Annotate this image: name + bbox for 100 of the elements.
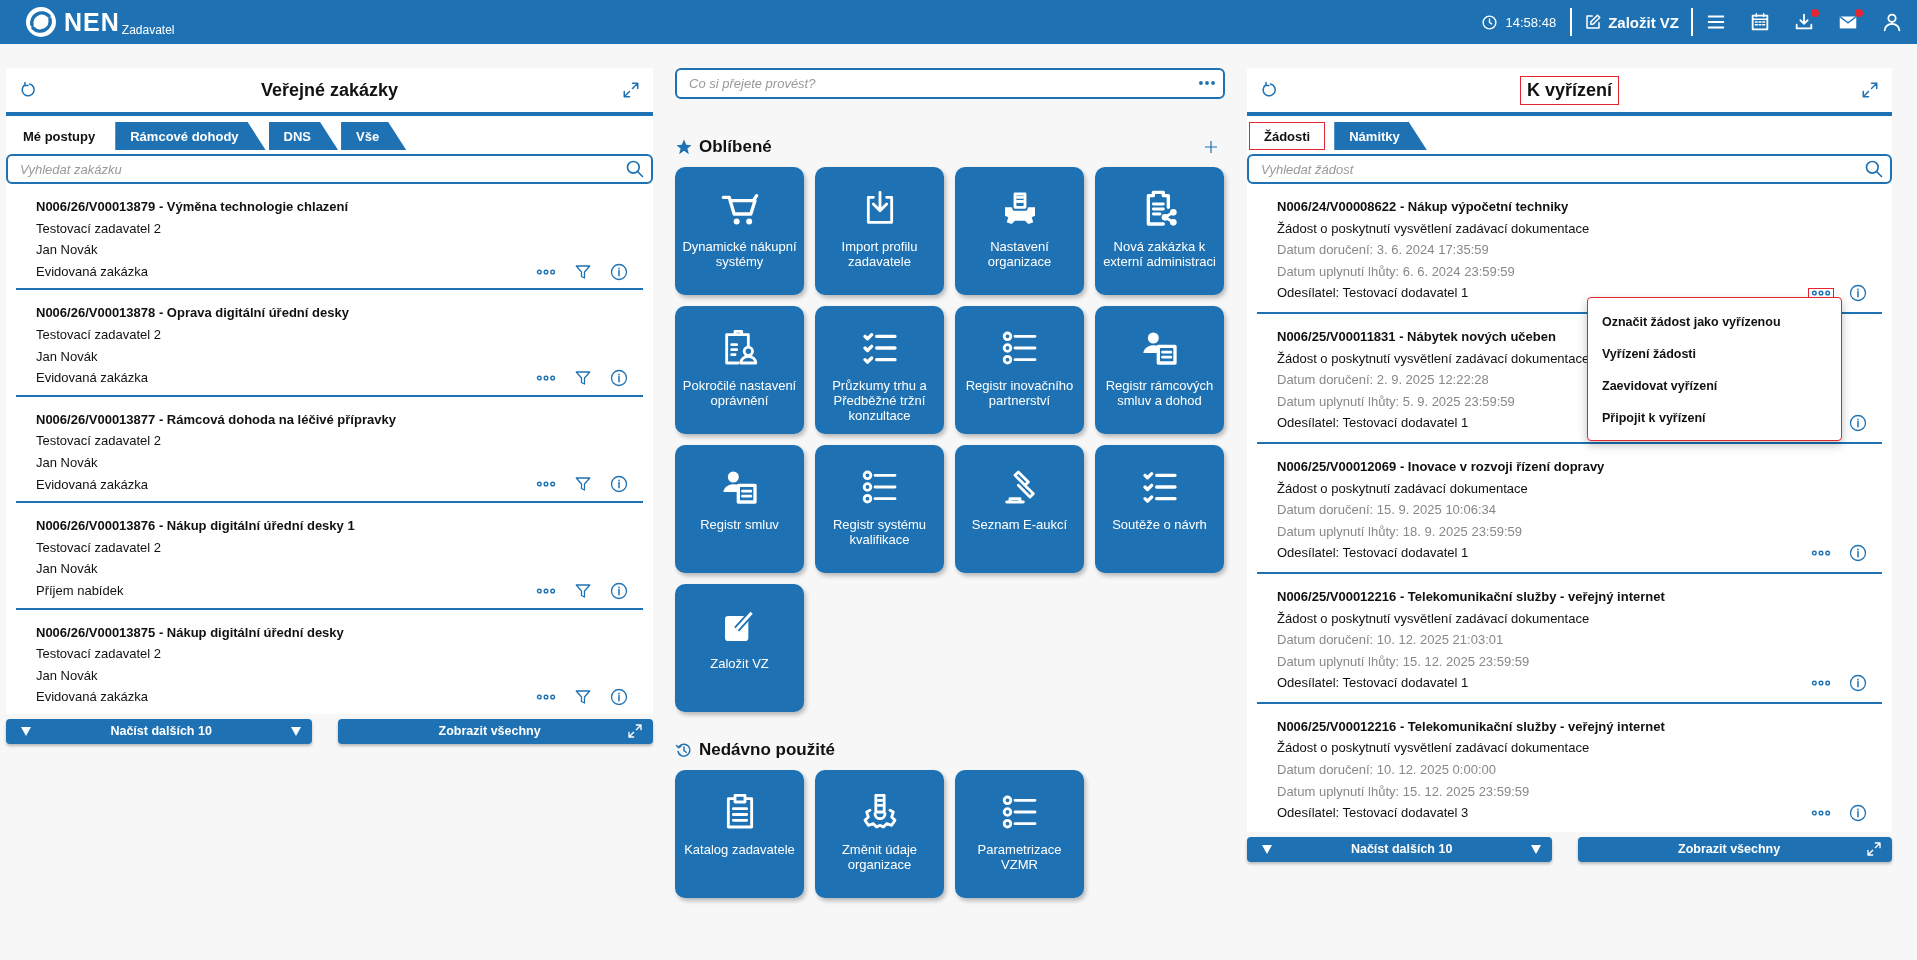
item-text: Žádost o poskytnutí vysvětlení zadávací dokumentace bbox=[1277, 219, 1590, 238]
more-icon bbox=[1811, 290, 1831, 297]
shortcut-tile[interactable]: Registr inovačního partnerství bbox=[955, 306, 1084, 434]
info-icon bbox=[1849, 674, 1867, 693]
filter-icon bbox=[574, 688, 592, 707]
item-text: Odesílatel: Testovací dodavatel 1 bbox=[1277, 414, 1469, 433]
tab[interactable]: Námitky bbox=[1334, 122, 1427, 150]
shortcut-tile[interactable]: Import profilu zadavatele bbox=[815, 167, 944, 295]
search-field[interactable]: Vyhledat žádost bbox=[1247, 154, 1892, 184]
clock-time: 14:58:48 bbox=[1505, 14, 1557, 30]
more-icon bbox=[536, 481, 556, 488]
user-button[interactable] bbox=[1881, 11, 1903, 33]
item-title: N006/24/V00008622 - Nákup výpočetní techniky bbox=[1277, 198, 1569, 216]
item-date: Datum uplynutí lhůty: 18. 9. 2025 23:59:59 bbox=[1277, 522, 1522, 541]
tab[interactable]: Žádosti bbox=[1249, 122, 1326, 150]
refresh-icon bbox=[19, 81, 37, 99]
item-text: Evidovaná zakázka bbox=[36, 688, 148, 707]
user-icon bbox=[1881, 11, 1903, 33]
tab[interactable]: Vše bbox=[341, 122, 407, 150]
shortcut-tile[interactable]: Katalog zadavatele bbox=[675, 770, 804, 898]
logo-text: NEN bbox=[64, 7, 120, 37]
item-text: Jan Novák bbox=[36, 347, 98, 366]
shortcut-tile[interactable]: Nová zakázka k externí administraci bbox=[1095, 167, 1224, 295]
menu-item[interactable]: Vyřízení žádosti bbox=[1588, 338, 1841, 370]
more-icon bbox=[1811, 550, 1831, 557]
more-icon bbox=[1811, 680, 1831, 687]
notification-dot bbox=[1811, 9, 1819, 17]
filter-icon bbox=[574, 581, 592, 600]
info-icon bbox=[610, 581, 628, 600]
shortcut-tile[interactable]: Založit VZ bbox=[675, 584, 804, 712]
shortcut-tile[interactable]: Registr rámcových smluv a dohod bbox=[1095, 306, 1224, 434]
item-text: Žádost o poskytnutí zadávací dokumentace bbox=[1277, 479, 1528, 498]
item-title: N006/26/V00013879 - Výměna technologie chlazení bbox=[36, 198, 349, 216]
filter-icon bbox=[574, 262, 592, 281]
menu-item[interactable]: Připojit k vyřízení bbox=[1588, 402, 1841, 434]
star-icon bbox=[675, 138, 693, 156]
info-icon bbox=[610, 475, 628, 494]
shortcut-tile[interactable]: Pokročilé nastavení oprávnění bbox=[675, 306, 804, 434]
item-title: N006/25/V00012216 - Telekomunikační služby - veřejný internet bbox=[1277, 717, 1665, 736]
item-text: Žádost o poskytnutí vysvětlení zadávací dokumentace bbox=[1277, 739, 1590, 758]
item-date: Datum uplynutí lhůty: 15. 12. 2025 23:59:59 bbox=[1277, 652, 1530, 671]
shortcut-tile[interactable]: Dynamické nákupní systémy bbox=[675, 167, 804, 295]
create-button[interactable]: Založit VZ bbox=[1572, 13, 1691, 31]
tab[interactable]: Rámcové dohody bbox=[115, 122, 266, 150]
item-text: Žádost o poskytnutí vysvětlení zadávací dokumentace bbox=[1277, 349, 1590, 368]
shortcut-tile[interactable]: Průzkumy trhu a Předběžné tržní konzultace bbox=[815, 306, 944, 434]
item-date: Datum uplynutí lhůty: 6. 6. 2024 23:59:59 bbox=[1277, 262, 1515, 281]
item-date: Datum uplynutí lhůty: 5. 9. 2025 23:59:59 bbox=[1277, 392, 1515, 411]
item-date: Datum uplynutí lhůty: 15. 12. 2025 23:59:59 bbox=[1277, 782, 1530, 801]
item-date: Datum doručení: 15. 9. 2025 10:06:34 bbox=[1277, 501, 1496, 520]
show-all-button[interactable]: Zobrazit všechny bbox=[338, 718, 653, 744]
plus-icon bbox=[1203, 139, 1219, 155]
show-all-button[interactable]: Zobrazit všechny bbox=[1578, 836, 1892, 862]
clock-icon bbox=[1480, 13, 1498, 31]
item-text: Evidovaná zakázka bbox=[36, 262, 148, 281]
triangle-down-icon bbox=[1530, 844, 1543, 854]
more-icon bbox=[536, 374, 556, 381]
item-text: Testovací zadavatel 2 bbox=[36, 219, 162, 238]
triangle-down-icon bbox=[290, 726, 303, 736]
item-text: Jan Novák bbox=[36, 560, 98, 579]
item-text: Příjem nabídek bbox=[36, 581, 124, 600]
item-date: Datum doručení: 10. 12. 2025 21:03:01 bbox=[1277, 631, 1504, 650]
menu-item[interactable]: Označit žádost jako vyřízenou bbox=[1588, 306, 1841, 338]
shortcut-tile[interactable]: Registr systému kvalifikace bbox=[815, 445, 944, 573]
menu-item[interactable]: Zaevidovat vyřízení bbox=[1588, 370, 1841, 402]
item-date: Datum doručení: 3. 6. 2024 17:35:59 bbox=[1277, 241, 1489, 260]
more-icon bbox=[536, 587, 556, 594]
shortcut-tile[interactable]: Nastavení organizace bbox=[955, 167, 1084, 295]
calendar-button[interactable] bbox=[1749, 11, 1771, 33]
item-text: Odesílatel: Testovací dodavatel 3 bbox=[1277, 804, 1469, 823]
filter-icon bbox=[574, 475, 592, 494]
info-icon bbox=[610, 262, 628, 281]
command-field[interactable]: Co si přejete provést? bbox=[675, 68, 1225, 99]
search-icon bbox=[1864, 159, 1884, 179]
info-icon bbox=[1849, 284, 1867, 303]
triangle-down-icon bbox=[1261, 844, 1273, 854]
search-field[interactable]: Vyhledat zakázku bbox=[6, 154, 653, 184]
item-text: Jan Novák bbox=[36, 453, 98, 472]
panel-title: K vyřízení bbox=[1519, 75, 1619, 105]
more-icon bbox=[1811, 810, 1831, 817]
item-text: Jan Novák bbox=[36, 666, 98, 685]
item-text: Testovací zadavatel 2 bbox=[36, 325, 162, 344]
more-icon bbox=[536, 694, 556, 701]
load-more-button[interactable]: Načíst dalších 10 bbox=[1247, 836, 1553, 862]
shortcut-tile[interactable]: Registr smluv bbox=[675, 445, 804, 573]
item-text: Evidovaná zakázka bbox=[36, 475, 148, 494]
item-text: Jan Novák bbox=[36, 241, 98, 260]
shortcut-tile[interactable]: Parametrizace VZMR bbox=[955, 770, 1084, 898]
section-title: Oblíbené bbox=[699, 137, 772, 157]
shortcut-tile[interactable]: Seznam E-aukcí bbox=[955, 445, 1084, 573]
tab[interactable]: DNS bbox=[268, 122, 339, 150]
logo-subtitle: Zadavatel bbox=[121, 23, 175, 39]
edit-icon bbox=[1584, 13, 1603, 31]
triangle-down-icon bbox=[20, 726, 32, 736]
shortcut-tile[interactable]: Soutěže o návrh bbox=[1095, 445, 1224, 573]
refresh-icon bbox=[1260, 81, 1278, 99]
shortcut-tile[interactable]: Změnit údaje organizace bbox=[815, 770, 944, 898]
info-icon bbox=[610, 688, 628, 707]
load-more-button[interactable]: Načíst dalších 10 bbox=[6, 718, 313, 744]
item-title: N006/25/V00011831 - Nábytek nových učeben bbox=[1277, 327, 1556, 346]
